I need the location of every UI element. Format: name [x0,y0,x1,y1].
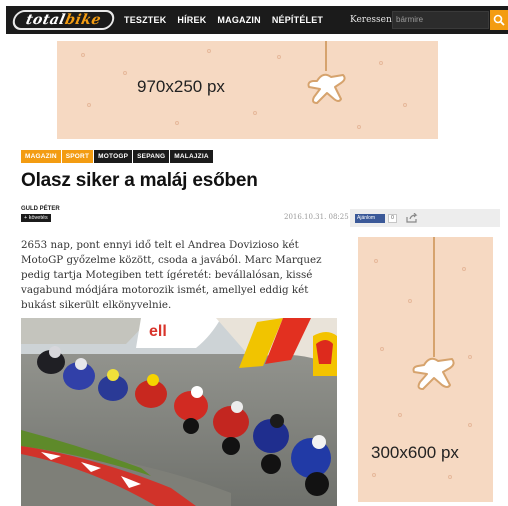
tag-magazin[interactable]: MAGAZIN [21,150,61,163]
facebook-like-button[interactable]: Ajánlom [355,214,385,223]
logo-text: totalbike [24,12,103,28]
motogp-race-image: ell [21,318,337,506]
share-bar: Ajánlom 0 [350,209,500,227]
nav-item-tesztek[interactable]: TESZTEK [124,15,166,25]
share-icon[interactable] [406,213,418,223]
site-header: totalbike TESZTEK HÍREK MAGAZIN NÉPÍTÉLE… [6,6,508,34]
nav-item-nepitelet[interactable]: NÉPÍTÉLET [272,15,323,25]
article-lead: 2653 nap, pont ennyi idő telt el Andrea … [21,239,322,311]
article-tags: MAGAZIN SPORT MOTOGP SEPANG MALAJZIA [21,150,213,163]
search-label: Keressen [350,15,392,25]
tag-motogp[interactable]: MOTOGP [94,150,133,163]
ad-banner-top[interactable]: 970x250 px [57,41,438,139]
search-icon [493,14,505,26]
figure-ornament-icon [412,237,455,390]
tag-sport[interactable]: SPORT [61,150,94,163]
svg-text:ell: ell [149,323,167,340]
search-button[interactable] [490,10,508,30]
tag-malajzia[interactable]: MALAJZIA [170,150,213,163]
tag-sepang[interactable]: SEPANG [133,150,170,163]
article-photo[interactable]: ell [21,318,337,506]
search-input[interactable]: bármire [392,11,489,29]
nav-item-magazin[interactable]: MAGAZIN [217,15,260,25]
facebook-like-count: 0 [388,214,397,223]
site-logo[interactable]: totalbike [10,10,117,30]
article-date: 2016.10.31. 08:25 [284,213,349,221]
article-title: Olasz siker a maláj esőben [21,170,258,191]
follow-button[interactable]: + követés [21,214,51,222]
ad-size-label: 970x250 px [137,77,225,96]
ad-banner-side[interactable]: 300x600 px [358,237,493,502]
ad-size-label: 300x600 px [371,443,459,462]
article-author[interactable]: GULD PÉTER [21,206,60,212]
main-nav: TESZTEK HÍREK MAGAZIN NÉPÍTÉLET [124,6,323,34]
figure-ornament-icon [307,41,346,104]
nav-item-hirek[interactable]: HÍREK [177,15,206,25]
